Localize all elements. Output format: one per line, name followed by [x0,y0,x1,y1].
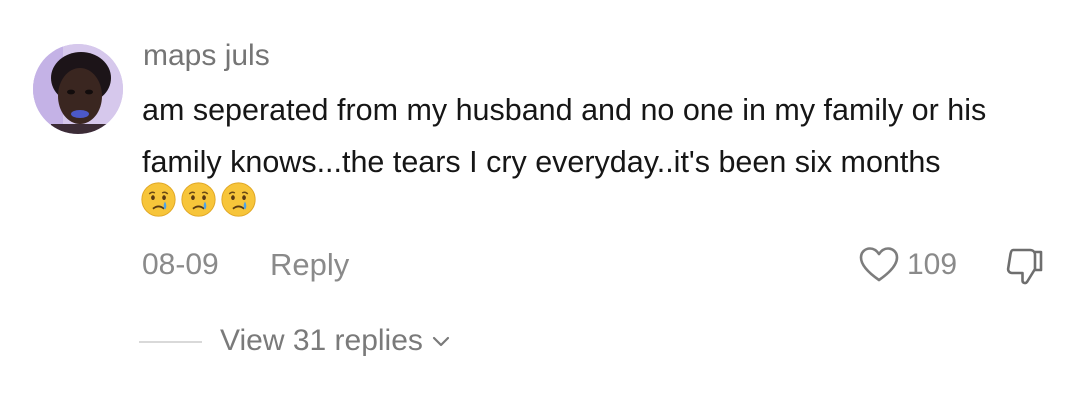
heart-outline-icon [859,247,899,282]
avatar-image [33,44,123,134]
chevron-down-icon [432,336,450,347]
view-replies-label: View 31 replies [220,324,423,357]
reply-button[interactable]: Reply [270,247,349,283]
username[interactable]: maps juls [143,38,270,74]
comment-item: maps juls am seperated from my husband a… [0,0,1080,407]
avatar[interactable] [33,44,123,134]
crying-face-icon [141,182,176,217]
comment-text-line: am seperated from my husband and no one … [142,93,987,127]
like-button[interactable]: 109 [858,245,957,285]
view-replies-button[interactable]: View 31 replies [220,323,451,359]
like-count: 109 [907,248,958,281]
thumbs-down-icon[interactable] [1002,244,1048,290]
crying-face-icon [221,182,256,217]
comment-text-line: family knows...the tears I cry everyday.… [142,145,941,179]
crying-face-icon [181,182,216,217]
comment-date: 08-09 [142,248,219,281]
emoji-row [140,181,257,218]
comment-text: am seperated from my husband and no one … [142,84,1062,188]
replies-divider [139,341,202,343]
